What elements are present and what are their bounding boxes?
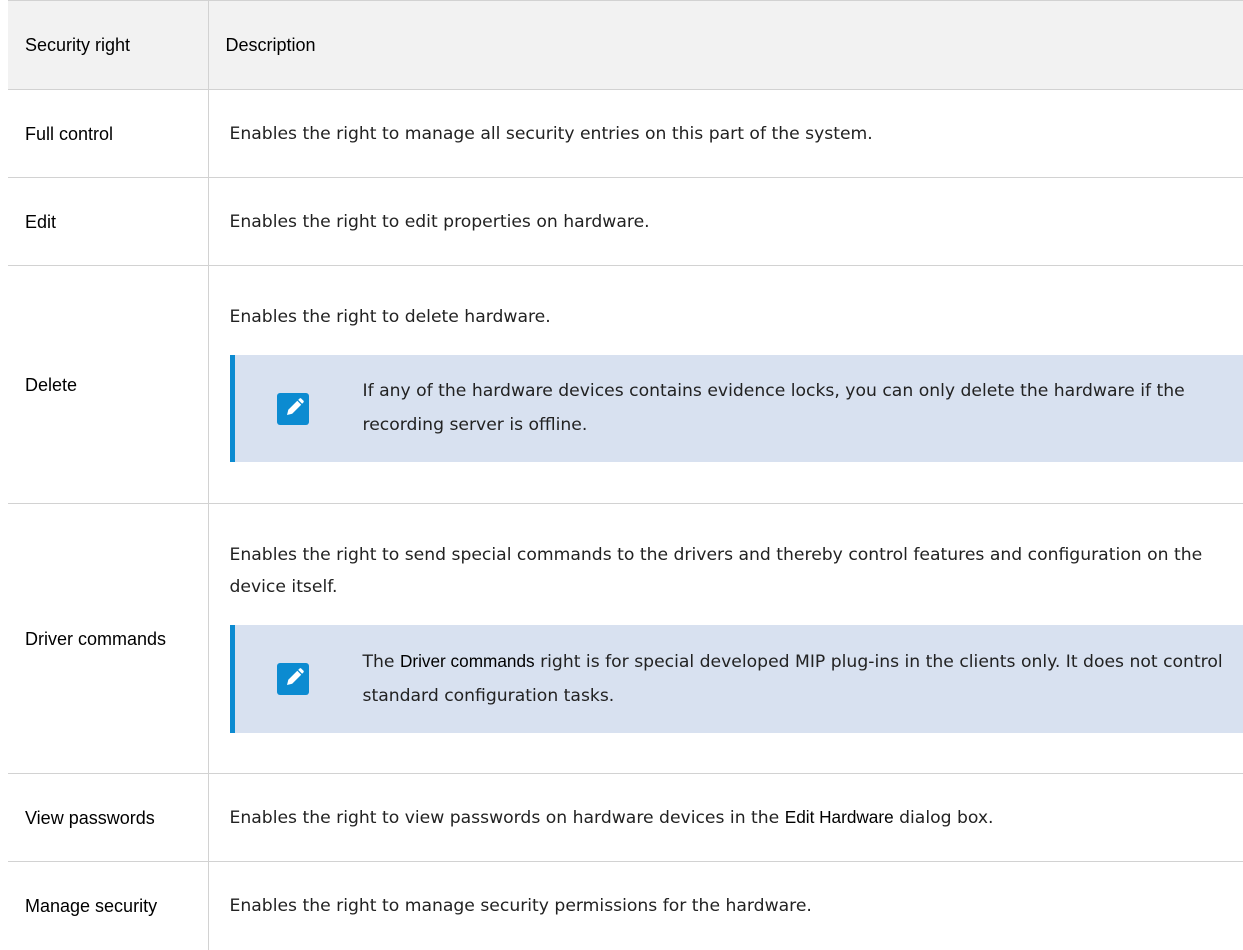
table-row: View passwords Enables the right to view…	[8, 773, 1243, 862]
right-description: Enables the right to manage all security…	[208, 89, 1243, 178]
right-name: Driver commands	[8, 503, 209, 774]
table-row: Full control Enables the right to manage…	[8, 89, 1243, 178]
table-row: Delete Enables the right to delete hardw…	[8, 265, 1243, 504]
right-name: View passwords	[8, 773, 209, 862]
note-text: If any of the hardware devices contains …	[362, 381, 1185, 435]
table-row: Driver commands Enables the right to sen…	[8, 503, 1243, 774]
description-text: Enables the right to delete hardware.	[229, 307, 551, 327]
pencil-note-icon	[276, 662, 309, 695]
table-row: Edit Enables the right to edit propertie…	[8, 177, 1243, 266]
right-description: Enables the right to delete hardware. If…	[208, 265, 1243, 504]
pencil-note-icon	[276, 392, 309, 425]
note-box: The Driver commands right is for special…	[229, 624, 1243, 733]
note-bold-term: Driver commands	[399, 650, 535, 671]
note-text: The Driver commands right is for special…	[362, 650, 1223, 706]
right-name: Full control	[8, 89, 209, 178]
security-rights-table: Security right Description Full control …	[8, 0, 1243, 950]
description-text: Enables the right to send special comman…	[229, 544, 1203, 597]
table-row: Manage security Enables the right to man…	[8, 861, 1243, 950]
column-header-description: Description	[208, 0, 1243, 90]
right-description: Enables the right to edit properties on …	[208, 177, 1243, 266]
right-description: Enables the right to view passwords on h…	[208, 773, 1243, 862]
table-header-row: Security right Description	[8, 0, 1243, 90]
right-description: Enables the right to send special comman…	[208, 503, 1243, 774]
description-bold-term: Edit Hardware	[784, 807, 894, 827]
right-name: Edit	[8, 177, 209, 266]
column-header-security-right: Security right	[8, 0, 209, 90]
right-name: Delete	[8, 265, 209, 504]
right-name: Manage security	[8, 861, 209, 950]
right-description: Enables the right to manage security per…	[229, 895, 812, 916]
note-box: If any of the hardware devices contains …	[229, 355, 1243, 462]
